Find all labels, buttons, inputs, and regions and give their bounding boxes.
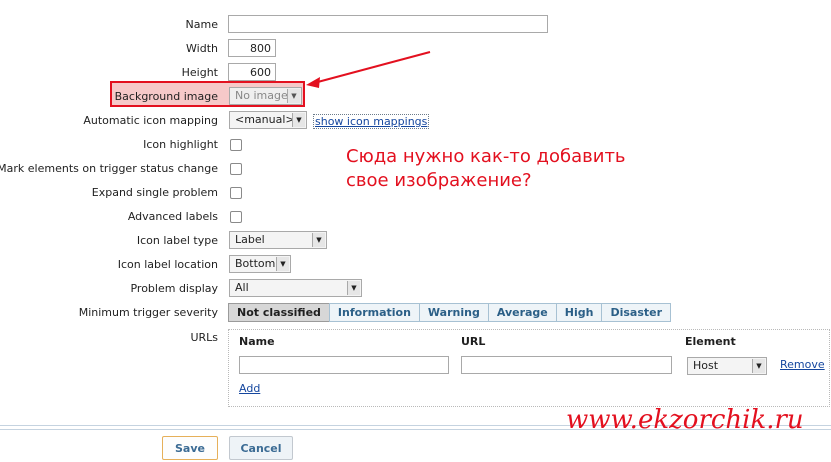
- url-element-select[interactable]: Host ▼: [687, 357, 767, 375]
- chevron-down-icon: ▼: [347, 281, 360, 295]
- save-button[interactable]: Save: [162, 436, 218, 460]
- url-element-value: Host: [693, 359, 719, 372]
- problem-display-label: Problem display: [130, 282, 218, 295]
- height-label: Height: [181, 66, 218, 79]
- icon-label-type-select[interactable]: Label ▼: [229, 231, 327, 249]
- url-name-input[interactable]: [239, 356, 449, 374]
- advanced-labels-checkbox[interactable]: [230, 211, 242, 223]
- icon-mapping-value: <manual>: [235, 113, 295, 126]
- icon-label-location-select[interactable]: Bottom ▼: [229, 255, 291, 273]
- height-input[interactable]: [228, 63, 276, 81]
- severity-not-classified[interactable]: Not classified: [228, 303, 330, 322]
- background-image-select[interactable]: No image ▼: [229, 87, 302, 105]
- cancel-button[interactable]: Cancel: [229, 436, 293, 460]
- advanced-labels-label: Advanced labels: [127, 210, 218, 223]
- icon-label-type-label: Icon label type: [136, 234, 218, 247]
- expand-single-checkbox[interactable]: [230, 187, 242, 199]
- icon-mapping-label: Automatic icon mapping: [83, 114, 218, 127]
- show-icon-mappings-link[interactable]: show icon mappings: [313, 114, 430, 129]
- name-input[interactable]: [228, 15, 548, 33]
- severity-warning[interactable]: Warning: [418, 303, 489, 322]
- name-label: Name: [185, 18, 218, 31]
- min-severity-label: Minimum trigger severity: [78, 306, 218, 319]
- mark-elements-checkbox[interactable]: [230, 163, 242, 175]
- width-input[interactable]: [228, 39, 276, 57]
- urls-table: Name URL Element Host ▼ Remove Add: [228, 329, 830, 407]
- chevron-down-icon: ▼: [287, 89, 300, 103]
- annotation-arrow-icon: [306, 51, 431, 88]
- severity-information[interactable]: Information: [328, 303, 420, 322]
- url-url-input[interactable]: [461, 356, 672, 374]
- width-label: Width: [186, 42, 218, 55]
- severity-button-group: Not classified Information Warning Avera…: [228, 303, 672, 322]
- problem-display-value: All: [235, 281, 249, 294]
- icon-highlight-label: Icon highlight: [143, 138, 218, 151]
- icon-mapping-select[interactable]: <manual> ▼: [229, 111, 307, 129]
- chevron-down-icon: ▼: [752, 359, 765, 373]
- severity-high[interactable]: High: [555, 303, 603, 322]
- icon-label-location-value: Bottom: [235, 257, 276, 270]
- expand-single-label: Expand single problem: [91, 186, 218, 199]
- watermark: www.ekzorchik.ru: [566, 405, 804, 435]
- icon-label-type-value: Label: [235, 233, 265, 246]
- icon-highlight-checkbox[interactable]: [230, 139, 242, 151]
- urls-label: URLs: [190, 331, 218, 344]
- url-add-link[interactable]: Add: [239, 382, 260, 395]
- chevron-down-icon: ▼: [276, 257, 289, 271]
- urls-col-element: Element: [685, 335, 736, 348]
- url-remove-link[interactable]: Remove: [780, 358, 825, 371]
- urls-col-name: Name: [239, 335, 275, 348]
- severity-disaster[interactable]: Disaster: [601, 303, 672, 322]
- severity-average[interactable]: Average: [487, 303, 557, 322]
- background-image-value: No image: [235, 89, 288, 102]
- mark-elements-label: Mark elements on trigger status change: [0, 162, 218, 175]
- urls-col-url: URL: [461, 335, 486, 348]
- icon-label-location-label: Icon label location: [117, 258, 218, 271]
- annotation-text: Сюда нужно как-то добавить свое изображе…: [346, 146, 626, 191]
- background-image-label: Background image: [114, 90, 218, 103]
- problem-display-select[interactable]: All ▼: [229, 279, 362, 297]
- chevron-down-icon: ▼: [292, 113, 305, 127]
- chevron-down-icon: ▼: [312, 233, 325, 247]
